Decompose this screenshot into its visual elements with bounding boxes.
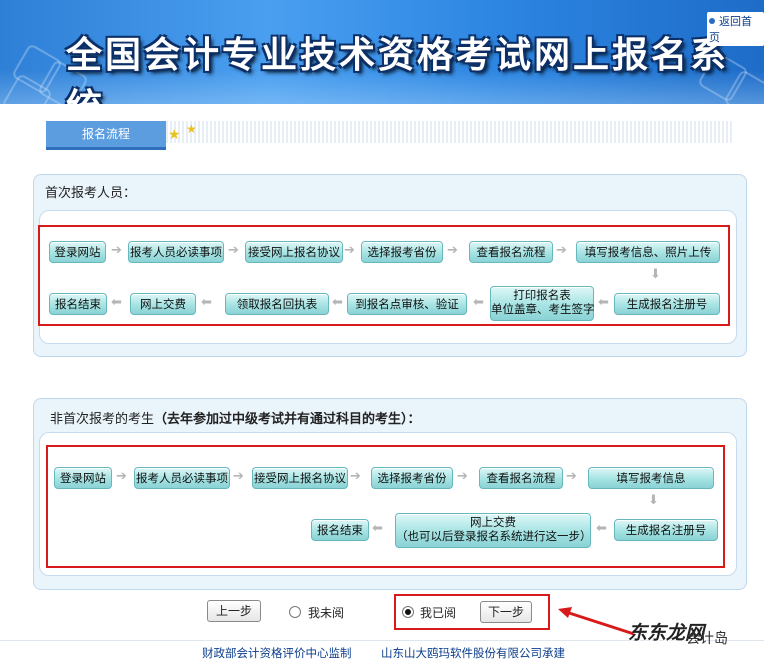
footer-builder: 山东山大鸥玛软件股份有限公司承建 [381,646,565,660]
radio-not-read[interactable] [289,606,301,618]
watermark-tail: 会计岛 [686,631,728,647]
back-home-link[interactable]: 返回首页 [707,12,764,46]
repeat-title-bold: （去年参加过中级考试并有通过科目的考生）： [154,412,421,427]
radio-not-read-label: 我未阅 [308,606,345,620]
back-home-label: 返回首页 [709,15,752,44]
header-banner: 全国会计专业技术资格考试网上报名系统 返回首页 [0,0,764,104]
star-icon: ★ [168,127,181,143]
repeat-title-plain: 非首次报考的考生 [50,412,155,427]
section-tab: 报名流程 [46,121,166,150]
star-icon: ★ [186,122,197,136]
repeat-title: 非首次报考的考生（去年参加过中级考试并有通过科目的考生）： [50,408,421,427]
radio-read-label: 我已阅 [420,606,457,620]
radio-read[interactable] [402,606,414,618]
highlight-box [38,225,730,326]
bullet-icon [709,18,715,24]
first-time-title: 首次报考人员： [45,186,137,201]
footer-supervisor: 财政部会计资格评价中心监制 [202,646,352,660]
highlight-box [46,445,725,568]
red-pointer-arrow-icon [558,607,635,636]
next-step-button[interactable]: 下一步 [480,601,532,623]
system-title: 全国会计专业技术资格考试网上报名系统 [66,34,730,104]
prev-step-button[interactable]: 上一步 [207,600,261,622]
